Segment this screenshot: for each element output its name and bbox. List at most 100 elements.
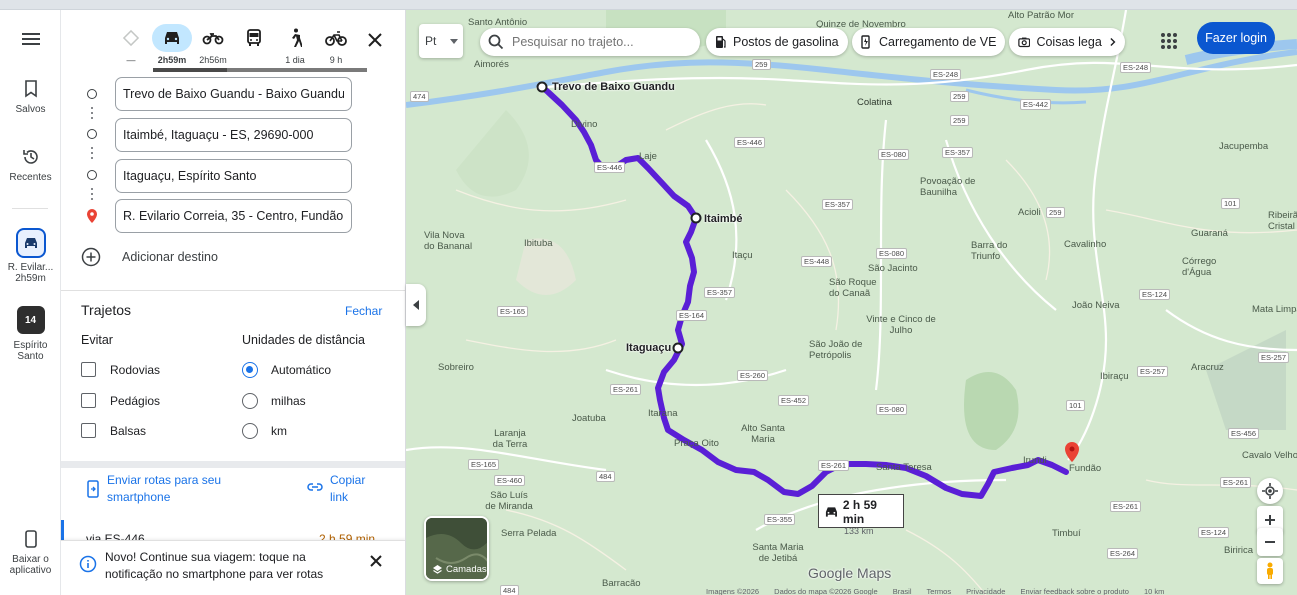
route-search-box[interactable] [480,28,700,56]
plus-icon [1265,515,1275,525]
avoid-ferries-label: Balsas [110,423,147,438]
road-shield: ES-442 [1020,99,1052,110]
chip-ev-charging[interactable]: Carregamento de VE [852,28,1006,56]
mode-walk[interactable]: 1 dia [275,24,315,65]
mode-bike[interactable]: 9 h [316,24,356,65]
avoid-highways-checkbox[interactable]: Rodovias [81,362,160,377]
camera-icon [1018,37,1031,48]
mode-car-label: 2h59m [157,55,187,65]
collapse-panel-button[interactable] [406,284,426,326]
stop-input-waypoint-2[interactable] [115,159,352,193]
map-label-itaimbe: Itaimbé [704,213,743,225]
road-shield: 474 [410,91,429,102]
copy-line1: Copiar [330,473,366,487]
calendar-thumb: 14 [16,306,45,334]
avoid-ferries-checkbox[interactable]: Balsas [81,423,146,438]
send-line1: Enviar rotas para seu [107,473,222,487]
stop-input-destination[interactable] [115,199,352,233]
add-destination-button[interactable]: Adicionar destino [81,246,218,268]
map-town-label: Laje [639,151,657,162]
stop-input-origin[interactable] [115,77,352,111]
map-town-label: Aimorés [474,59,509,70]
google-maps-logo: Google Maps [808,565,892,581]
road-shield: ES-357 [704,287,736,298]
zoom-out-button[interactable] [1257,528,1283,556]
map-town-label: Santa Maria de Jetibá [752,542,804,564]
radio-unselected [242,393,258,409]
road-shield: ES-257 [1137,366,1169,377]
map-label-start: Trevo de Baixo Guandu [552,81,675,93]
saved-button[interactable]: Salvos [0,80,61,115]
language-selector[interactable]: Pt [419,24,463,58]
send-to-phone-icon [87,480,99,498]
bookmark-icon [24,80,37,98]
browser-top-strip [0,0,1297,10]
chip-things-to-do[interactable]: Coisas lega [1009,28,1125,56]
state-item[interactable]: 14 Espírito Santo [0,306,61,362]
mode-walk-label: 1 dia [285,55,305,65]
close-options-link[interactable]: Fechar [345,304,382,318]
ev-charging-icon [861,35,870,49]
footer-scale[interactable]: 10 km [1144,587,1164,595]
mode-motorcycle[interactable]: 2h56m [193,24,233,65]
recent-route-thumb [15,228,46,258]
footer-privacy-link[interactable]: Privacidade [966,587,1005,595]
map-town-label: Praça Oito [674,438,719,449]
map-town-label: Córrego d'Água [1182,256,1217,278]
road-shield: 101 [1066,400,1085,411]
close-directions-button[interactable] [363,28,387,52]
map-town-label: Barra do Triunfo [971,240,1008,262]
my-location-button[interactable] [1257,478,1283,504]
road-shield: ES-080 [878,149,910,160]
map-town-label: Itaçu [732,250,753,261]
road-shield: ES-164 [676,310,708,321]
road-shield: ES-261 [1110,501,1142,512]
layers-button[interactable]: Camadas [424,516,489,581]
radio-selected [242,362,258,378]
apps-grid-button[interactable] [1158,30,1180,52]
send-to-phone-link[interactable]: Enviar rotas para seu smartphone [107,472,221,506]
apps-grid-icon [1161,33,1177,49]
street-view-pegman[interactable] [1257,558,1283,584]
stop-input-waypoint-1[interactable] [115,118,352,152]
unit-km-radio[interactable]: km [242,423,287,439]
layers-icon [433,565,442,574]
road-shield: 101 [1221,198,1240,209]
map-town-label: São Luís de Miranda [485,490,533,512]
road-shield: ES-260 [737,370,769,381]
checkbox-box [81,423,96,438]
directions-panel: — 2h59m 2h56m 1 dia 9 h Trevo de Baixo G… [61,10,406,595]
road-shield: 484 [500,585,519,595]
close-icon [368,33,382,47]
stop-waypoint-dot [87,170,97,180]
sign-in-button[interactable]: Fazer login [1197,22,1275,54]
copy-link-button[interactable]: Copiar link [330,472,365,506]
dismiss-notification-button[interactable] [366,551,386,571]
footer-country[interactable]: Brasil [893,587,912,595]
unit-miles-radio[interactable]: milhas [242,393,306,409]
map-town-label: João Neiva [1072,300,1120,311]
state-label-line2: Santo [17,351,44,362]
unit-auto-radio[interactable]: Automático [242,362,331,378]
footer-terms-link[interactable]: Termos [926,587,951,595]
map-town-label: Alto Patrão Mor [1008,10,1074,21]
destination-pin-icon [87,209,97,223]
map-town-label: Biririca [1224,545,1254,556]
route-duration-callout[interactable]: 2 h 59 min 133 km [818,494,904,536]
route-option-peek[interactable]: via ES-446 2 h 59 min [61,520,405,546]
download-app-button[interactable]: Baixar o aplicativo [0,530,61,576]
route-search-input[interactable] [510,34,690,50]
menu-button[interactable] [0,32,61,52]
footer-feedback-link[interactable]: Enviar feedback sobre o produto [1020,587,1128,595]
avoid-tolls-checkbox[interactable]: Pedágios [81,393,160,408]
chip-gas-stations[interactable]: Postos de gasolina [706,28,848,56]
mode-best[interactable]: — [111,24,151,65]
recent-route-item[interactable]: R. Evilar... 2h59m [0,228,61,284]
mode-transit[interactable] [234,24,274,55]
recent-button[interactable]: Recentes [0,148,61,183]
avoid-title: Evitar [81,333,113,347]
map-town-label: Guaraná [1191,228,1228,239]
map-town-label: Mata Limpa [1252,304,1297,315]
map-canvas[interactable]: Trevo de Baixo Guandu Itaimbé Itaguaçu S… [406,10,1297,595]
mode-car[interactable]: 2h59m [152,24,192,65]
